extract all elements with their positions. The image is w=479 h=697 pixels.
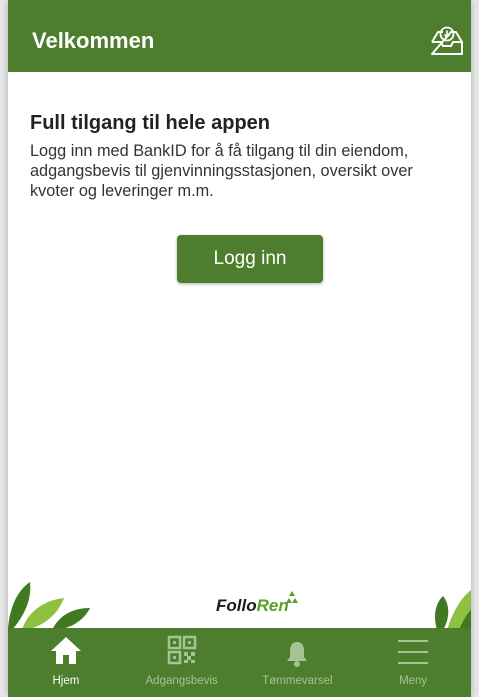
tab-hjem[interactable]: Hjem bbox=[8, 628, 124, 697]
app-screen: Velkommen Full tilgang til hele appen Lo… bbox=[8, 0, 471, 697]
inbox-download-icon[interactable] bbox=[430, 26, 464, 56]
follo-ren-logo: FolloRen bbox=[216, 596, 289, 615]
tab-label: Tømmevarsel bbox=[262, 675, 333, 687]
section-description: Logg inn med BankID for å få tilgang til… bbox=[30, 142, 413, 200]
tab-adgangsbevis[interactable]: Adgangsbevis bbox=[124, 628, 240, 697]
login-button[interactable]: Logg inn bbox=[177, 235, 323, 283]
tab-meny[interactable]: Meny bbox=[355, 628, 471, 697]
bell-icon bbox=[287, 642, 308, 667]
section-heading: Full tilgang til hele appen bbox=[30, 112, 271, 134]
leaves-right-decoration bbox=[435, 590, 471, 630]
qr-code-icon bbox=[167, 635, 196, 665]
recycle-icon bbox=[286, 591, 298, 603]
tab-label: Adgangsbevis bbox=[145, 675, 218, 687]
page-title: Velkommen bbox=[32, 28, 155, 53]
bottom-tab-bar: Hjem Adgangsbevis Tømmevarsel Meny bbox=[8, 628, 471, 697]
leaves-left-decoration bbox=[8, 582, 90, 630]
tab-label: Hjem bbox=[52, 675, 80, 687]
welcome-section: Full tilgang til hele appen Logg inn med… bbox=[30, 110, 460, 201]
tab-tommevarsel[interactable]: Tømmevarsel bbox=[240, 628, 356, 697]
home-icon bbox=[50, 637, 81, 664]
menu-icon bbox=[398, 640, 429, 664]
tab-label: Meny bbox=[399, 675, 428, 687]
app-header: Velkommen bbox=[8, 0, 471, 72]
